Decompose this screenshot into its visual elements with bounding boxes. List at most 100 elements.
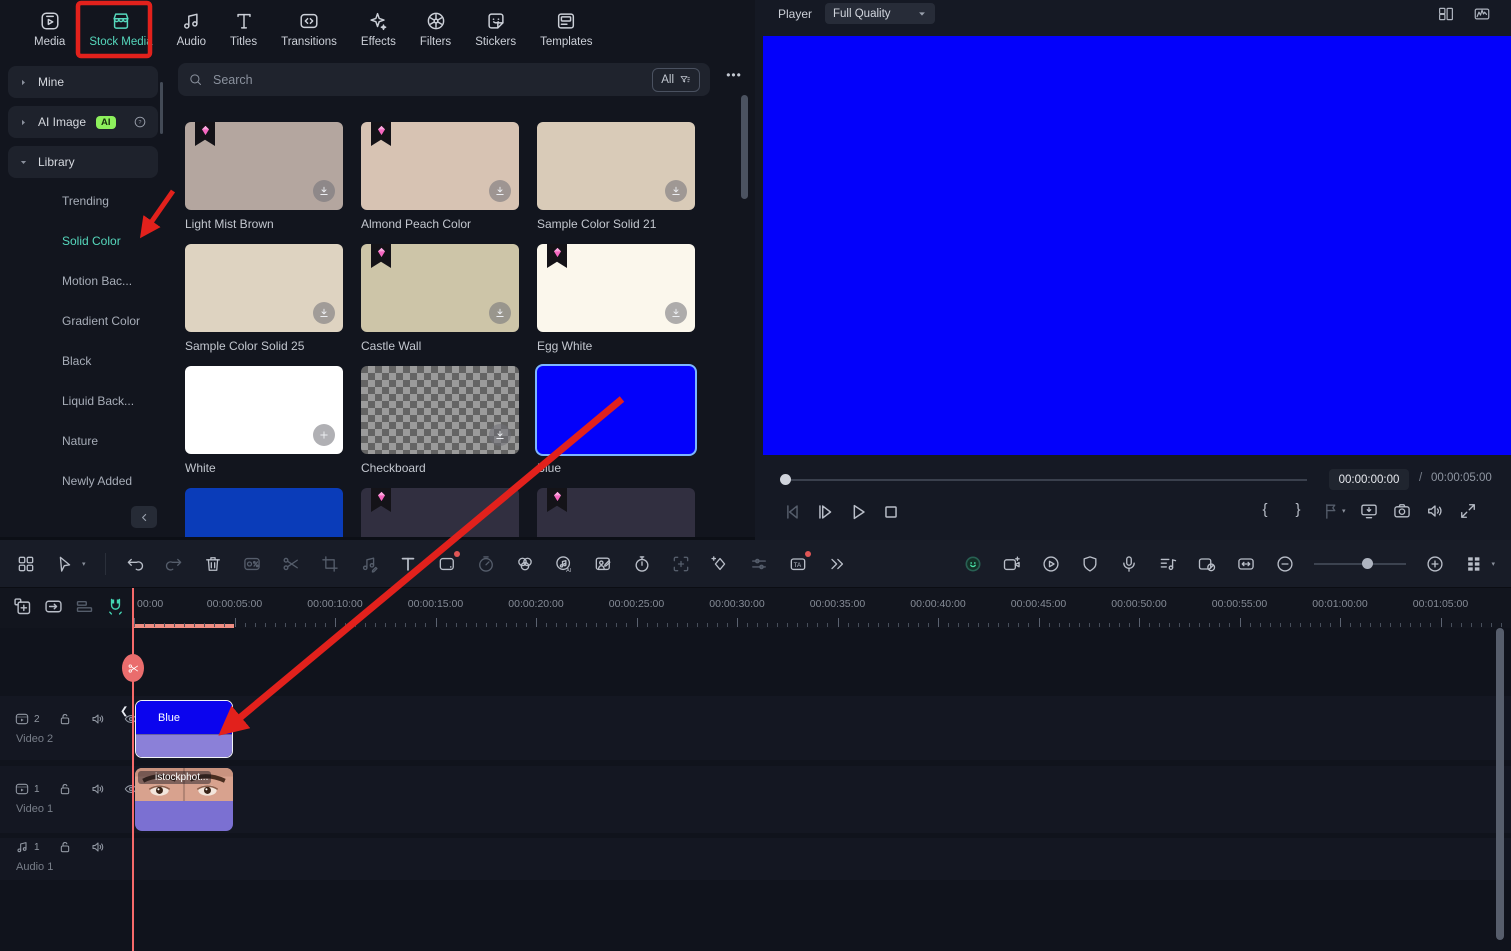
seek-bar[interactable]: [791, 479, 1307, 481]
sidebar-item-liquid-back[interactable]: Liquid Back...: [62, 394, 134, 408]
tab-audio[interactable]: Audio: [167, 10, 216, 48]
voiceover-mic-icon[interactable]: [1119, 554, 1139, 574]
record-camera-icon[interactable]: [1002, 554, 1022, 574]
play-from-start-icon[interactable]: [814, 501, 836, 523]
search-input[interactable]: [211, 71, 645, 88]
stop-icon[interactable]: [880, 501, 902, 523]
tab-titles[interactable]: Titles: [220, 10, 267, 48]
download-icon[interactable]: [489, 180, 511, 202]
speaker-icon[interactable]: [90, 781, 106, 797]
speaker-icon[interactable]: [90, 839, 106, 855]
ai-portrait-icon[interactable]: [593, 554, 613, 574]
download-icon[interactable]: [489, 424, 511, 446]
mark-out-icon[interactable]: }: [1288, 501, 1308, 521]
apps-grid-icon[interactable]: [16, 554, 36, 574]
tab-transitions[interactable]: Transitions: [271, 10, 347, 48]
hide-clip-icon[interactable]: [1197, 554, 1217, 574]
collapse-sidebar-button[interactable]: [131, 506, 157, 528]
tab-filters[interactable]: Filters: [410, 10, 461, 48]
layout-icon[interactable]: [1437, 5, 1455, 23]
more-tools-icon[interactable]: [827, 554, 847, 574]
playhead[interactable]: [132, 588, 134, 951]
shield-icon[interactable]: [1080, 554, 1100, 574]
sidebar-item-trending[interactable]: Trending: [62, 194, 109, 208]
media-tile-sample-color-solid-25[interactable]: Sample Color Solid 25: [185, 244, 343, 353]
video-track-icon[interactable]: [14, 711, 30, 727]
quick-split-scissors-button[interactable]: [122, 654, 144, 682]
time-ruler[interactable]: 00:00 00:00:05:00 00:00:10:00 00:00:15:00 00…: [133, 588, 1511, 628]
audio-track-icon[interactable]: [14, 839, 30, 855]
zoom-in-icon[interactable]: [1425, 554, 1445, 574]
more-options-button[interactable]: •••: [720, 68, 748, 82]
delete-icon[interactable]: [203, 554, 223, 574]
prev-frame-icon[interactable]: [781, 501, 803, 523]
display-icon[interactable]: [1359, 501, 1379, 521]
track-manager-icon[interactable]: [1464, 554, 1484, 574]
trim-handle-icon[interactable]: ❮: [120, 706, 128, 717]
ripple-delete-icon[interactable]: [74, 596, 95, 617]
redo-icon[interactable]: [164, 554, 184, 574]
help-icon[interactable]: ?: [133, 115, 147, 129]
zoom-slider-knob[interactable]: [1362, 558, 1374, 569]
insert-media-icon[interactable]: [12, 596, 33, 617]
media-tile-egg-white[interactable]: Egg White: [537, 244, 695, 353]
media-tile-checkboard[interactable]: Checkboard: [361, 366, 519, 475]
scopes-icon[interactable]: [1473, 5, 1491, 23]
media-tile-light-mist-brown[interactable]: Light Mist Brown: [185, 122, 343, 231]
sidebar-group-library[interactable]: Library: [8, 146, 158, 178]
motion-track-icon[interactable]: [671, 554, 691, 574]
sidebar-item-solid-color[interactable]: Solid Color: [62, 234, 121, 248]
fit-timeline-icon[interactable]: [1236, 554, 1256, 574]
lock-icon[interactable]: [57, 781, 73, 797]
filter-all-button[interactable]: All: [652, 67, 700, 92]
import-to-track-icon[interactable]: [43, 596, 64, 617]
download-icon[interactable]: [489, 302, 511, 324]
play-icon[interactable]: [847, 501, 869, 523]
undo-icon[interactable]: [125, 554, 145, 574]
tab-stock-media[interactable]: Stock Media: [79, 10, 162, 48]
ai-text-icon[interactable]: TA: [788, 551, 811, 574]
tab-templates[interactable]: Templates: [530, 10, 602, 48]
keyframe-icon[interactable]: [710, 554, 730, 574]
seek-thumb[interactable]: [780, 474, 791, 485]
quality-dropdown[interactable]: Full Quality: [825, 3, 935, 24]
add-icon[interactable]: [313, 424, 335, 446]
sidebar-item-gradient-color[interactable]: Gradient Color: [62, 314, 140, 328]
media-tile[interactable]: [537, 488, 695, 537]
screen-record-icon[interactable]: [242, 554, 262, 574]
sidebar-group-mine[interactable]: Mine: [8, 66, 158, 98]
download-icon[interactable]: [665, 302, 687, 324]
media-tile[interactable]: [361, 488, 519, 537]
media-scrollbar[interactable]: [741, 95, 748, 199]
render-preview-icon[interactable]: [1041, 554, 1061, 574]
flag-icon[interactable]: [1321, 501, 1341, 521]
timeline-scrollbar[interactable]: [1496, 628, 1504, 940]
timeline-zoom-slider[interactable]: [1314, 558, 1407, 569]
speed-icon[interactable]: [476, 554, 496, 574]
volume-icon[interactable]: [1425, 501, 1445, 521]
sidebar-scrollbar[interactable]: [160, 82, 163, 134]
tab-effects[interactable]: Effects: [351, 10, 406, 48]
split-icon[interactable]: [281, 554, 301, 574]
sidebar-group-ai-image[interactable]: AI Image AI ?: [8, 106, 158, 138]
media-tile-blue[interactable]: Blue: [537, 366, 695, 475]
mark-in-icon[interactable]: {: [1255, 501, 1275, 521]
timeline-clip-blue[interactable]: Blue: [135, 700, 233, 758]
media-tile-castle-wall[interactable]: Castle Wall: [361, 244, 519, 353]
select-tool-icon[interactable]: [55, 554, 75, 574]
media-tile[interactable]: [185, 488, 343, 537]
sidebar-item-newly-added[interactable]: Newly Added: [62, 474, 132, 488]
video-track-icon[interactable]: [14, 781, 30, 797]
speaker-icon[interactable]: [90, 711, 106, 727]
music-list-icon[interactable]: [1158, 554, 1178, 574]
color-icon[interactable]: [515, 554, 535, 574]
zoom-out-icon[interactable]: [1275, 554, 1295, 574]
account-avatar-icon[interactable]: [963, 554, 983, 574]
download-icon[interactable]: [313, 180, 335, 202]
crop-icon[interactable]: [320, 554, 340, 574]
download-icon[interactable]: [665, 180, 687, 202]
lock-icon[interactable]: [57, 711, 73, 727]
media-tile-white[interactable]: White: [185, 366, 343, 475]
tab-media[interactable]: Media: [24, 10, 75, 48]
adjust-icon[interactable]: [749, 554, 769, 574]
